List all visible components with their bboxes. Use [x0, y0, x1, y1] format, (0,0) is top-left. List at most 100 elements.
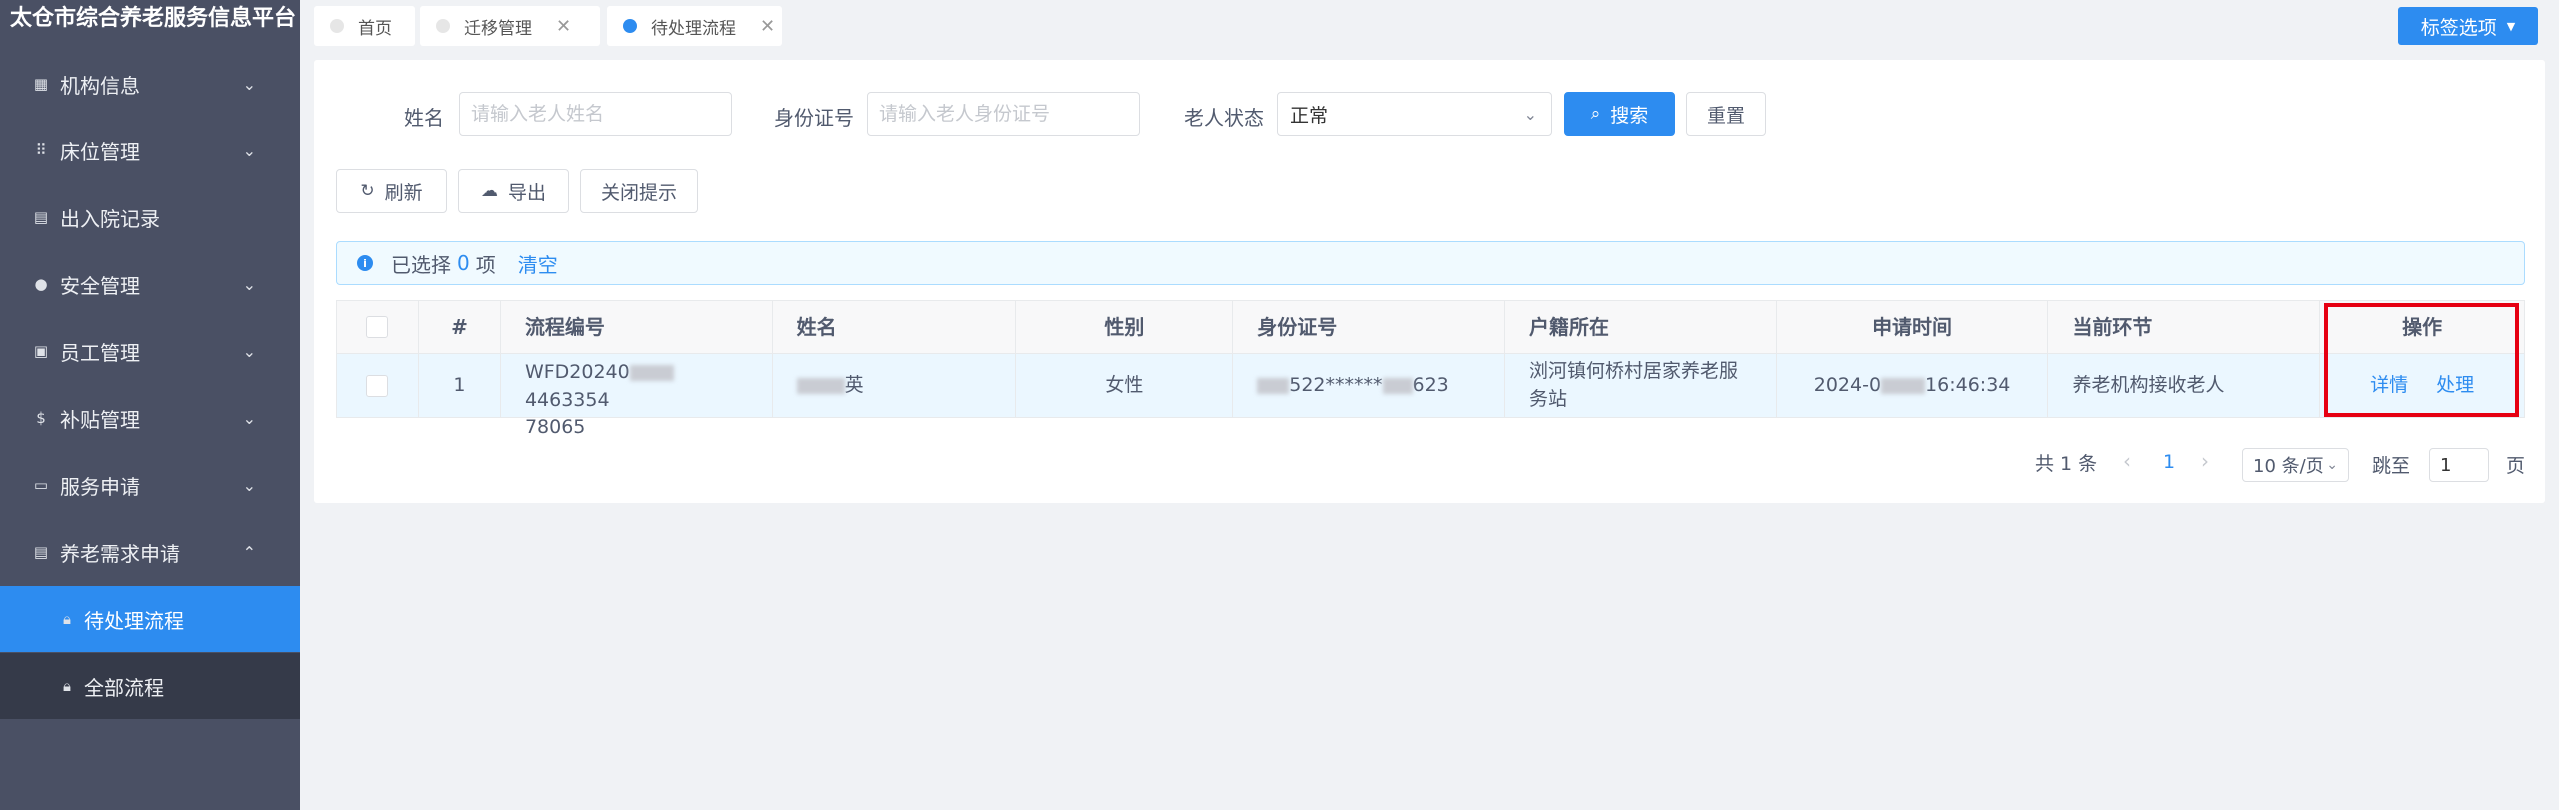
lock-icon: 🔒︎ [63, 610, 71, 628]
search-button[interactable]: ⌕ 搜索 [1564, 92, 1675, 136]
process-no-part: 4463354 [524, 388, 610, 411]
close-icon[interactable]: ✕ [556, 16, 571, 37]
tab-options-button[interactable]: 标签选项 ▼ [2398, 7, 2538, 45]
redacted-mask [1382, 377, 1413, 394]
tab-label: 首页 [358, 18, 392, 39]
sidebar-item-subsidy[interactable]: $ 补贴管理 ⌄ [0, 385, 300, 451]
sidebar-item-org-info[interactable]: ▦ 机构信息 ⌄ [0, 51, 300, 117]
refresh-button-label: 刷新 [384, 181, 423, 204]
chevron-down-icon: ⌄ [2326, 457, 2338, 473]
building-icon: ▦ [33, 75, 49, 93]
caret-down-icon: ▼ [2506, 19, 2516, 33]
sidebar-subitem-all-process[interactable]: 🔒︎ 全部流程 [0, 653, 300, 719]
clear-selection-link[interactable]: 清空 [518, 249, 558, 278]
sidebar-subitem-pending-process[interactable]: 🔒︎ 待处理流程 [0, 586, 300, 652]
status-select-value: 正常 [1290, 104, 1329, 127]
chevron-down-icon: ⌄ [242, 274, 256, 294]
app-title: 太仓市综合养老服务信息平台 [0, 0, 300, 38]
pagination-prev[interactable]: ‹ [2123, 449, 2131, 473]
refresh-button[interactable]: ↻ 刷新 [336, 169, 447, 213]
sidebar-item-label: 安全管理 [60, 273, 140, 298]
search-button-label: 搜索 [1610, 104, 1649, 127]
redacted-mask [1881, 377, 1926, 394]
sidebar-item-label: 出入院记录 [60, 206, 160, 231]
close-tip-button-label: 关闭提示 [600, 181, 677, 204]
col-gender: 性别 [1016, 301, 1234, 353]
select-all-cell [337, 301, 419, 353]
chevron-down-icon: ⌄ [242, 74, 256, 94]
process-table: # 流程编号 姓名 性别 身份证号 户籍所在 申请时间 当前环节 操作 1 WF… [336, 300, 2525, 438]
sidebar: 太仓市综合养老服务信息平台 ▦ 机构信息 ⌄ ⠿ 床位管理 ⌄ ▤ 出入院记录 … [0, 0, 300, 810]
table-row: 1 WFD20240 4463354 78065 英 女性 522****** 62… [337, 353, 2524, 438]
sidebar-item-staff[interactable]: ▣ 员工管理 ⌄ [0, 318, 300, 384]
chevron-down-icon: ⌄ [1523, 104, 1537, 124]
cloud-upload-icon: ☁ [480, 181, 498, 201]
name-text: 英 [844, 373, 864, 396]
row-current-stage: 养老机构接收老人 [2048, 354, 2321, 417]
grid-icon: ⠿ [35, 141, 47, 159]
sidebar-item-care-demand[interactable]: ▤ 养老需求申请 ⌃ [0, 519, 300, 585]
calendar-icon: ▭ [33, 476, 49, 494]
tab-status-dot [623, 19, 637, 33]
apply-time-part: 2024-0 [1813, 373, 1882, 396]
records-icon: ▤ [33, 208, 49, 226]
status-label: 老人状态 [1184, 106, 1264, 130]
col-apply-time: 申请时间 [1777, 301, 2049, 353]
page-size-value: 10 条/页 [2253, 456, 2324, 477]
redacted-mask [1257, 377, 1290, 394]
apply-time-part: 16:46:34 [1925, 373, 2011, 396]
chevron-down-icon: ⌄ [242, 140, 256, 160]
tab-status-dot [436, 19, 450, 33]
pagination-current-page[interactable]: 1 [2163, 451, 2175, 473]
col-index: # [419, 301, 501, 353]
id-input[interactable] [867, 92, 1140, 136]
sidebar-item-security[interactable]: ● 安全管理 ⌄ [0, 251, 300, 317]
sidebar-item-label: 员工管理 [60, 340, 140, 365]
row-gender: 女性 [1016, 354, 1234, 417]
sidebar-item-label: 补贴管理 [60, 407, 140, 432]
pagination-next[interactable]: › [2201, 449, 2209, 473]
col-id-no: 身份证号 [1233, 301, 1505, 353]
dollar-icon: $ [36, 409, 46, 427]
page-suffix: 页 [2506, 455, 2526, 477]
process-no-part: 78065 [524, 416, 586, 439]
tab-home[interactable]: 首页 [314, 6, 415, 46]
close-icon[interactable]: ✕ [760, 16, 775, 37]
tab-pending-process[interactable]: 待处理流程 ✕ [607, 6, 782, 46]
refresh-icon: ↻ [360, 181, 375, 201]
chevron-up-icon: ⌃ [242, 542, 256, 562]
export-button[interactable]: ☁ 导出 [458, 169, 569, 213]
sidebar-item-label: 服务申请 [60, 474, 140, 499]
reset-button[interactable]: 重置 [1686, 92, 1766, 136]
export-button-label: 导出 [507, 181, 546, 204]
row-checkbox[interactable] [366, 374, 389, 397]
id-label: 身份证号 [774, 106, 854, 130]
doc-icon: ▤ [33, 543, 49, 561]
close-tip-button[interactable]: 关闭提示 [580, 169, 698, 213]
staff-icon: ▣ [33, 342, 49, 360]
status-select[interactable]: 正常 ⌄ [1277, 92, 1552, 136]
row-apply-time: 2024-0 16:46:34 [1777, 354, 2049, 417]
col-process-no: 流程编号 [501, 301, 773, 353]
sidebar-item-service-apply[interactable]: ▭ 服务申请 ⌄ [0, 452, 300, 518]
tab-label: 待处理流程 [651, 18, 736, 39]
col-residence: 户籍所在 [1505, 301, 1777, 353]
tabs-bar: 首页 迁移管理 ✕ 待处理流程 ✕ 标签选项 ▼ [300, 0, 2559, 52]
process-no-part: WFD20240 [524, 361, 630, 383]
pagination-total: 共 1 条 [2035, 453, 2098, 475]
sidebar-item-label: 全部流程 [84, 675, 164, 700]
name-input[interactable] [459, 92, 732, 136]
sidebar-item-admission-records[interactable]: ▤ 出入院记录 [0, 184, 300, 250]
row-id-no: 522****** 623 [1233, 354, 1505, 417]
sidebar-item-bed-management[interactable]: ⠿ 床位管理 ⌄ [0, 117, 300, 183]
sidebar-item-label: 机构信息 [60, 73, 140, 98]
jump-input[interactable]: 1 [2429, 448, 2489, 482]
select-all-checkbox[interactable] [366, 316, 389, 338]
selection-suffix: 项 [475, 252, 496, 277]
shield-icon: ● [34, 275, 48, 293]
table-header-row: # 流程编号 姓名 性别 身份证号 户籍所在 申请时间 当前环节 操作 [337, 301, 2524, 353]
tab-migration[interactable]: 迁移管理 ✕ [420, 6, 600, 46]
page-size-select[interactable]: 10 条/页 ⌄ [2242, 448, 2349, 482]
tab-status-dot [330, 19, 344, 33]
tab-label: 迁移管理 [464, 18, 532, 39]
